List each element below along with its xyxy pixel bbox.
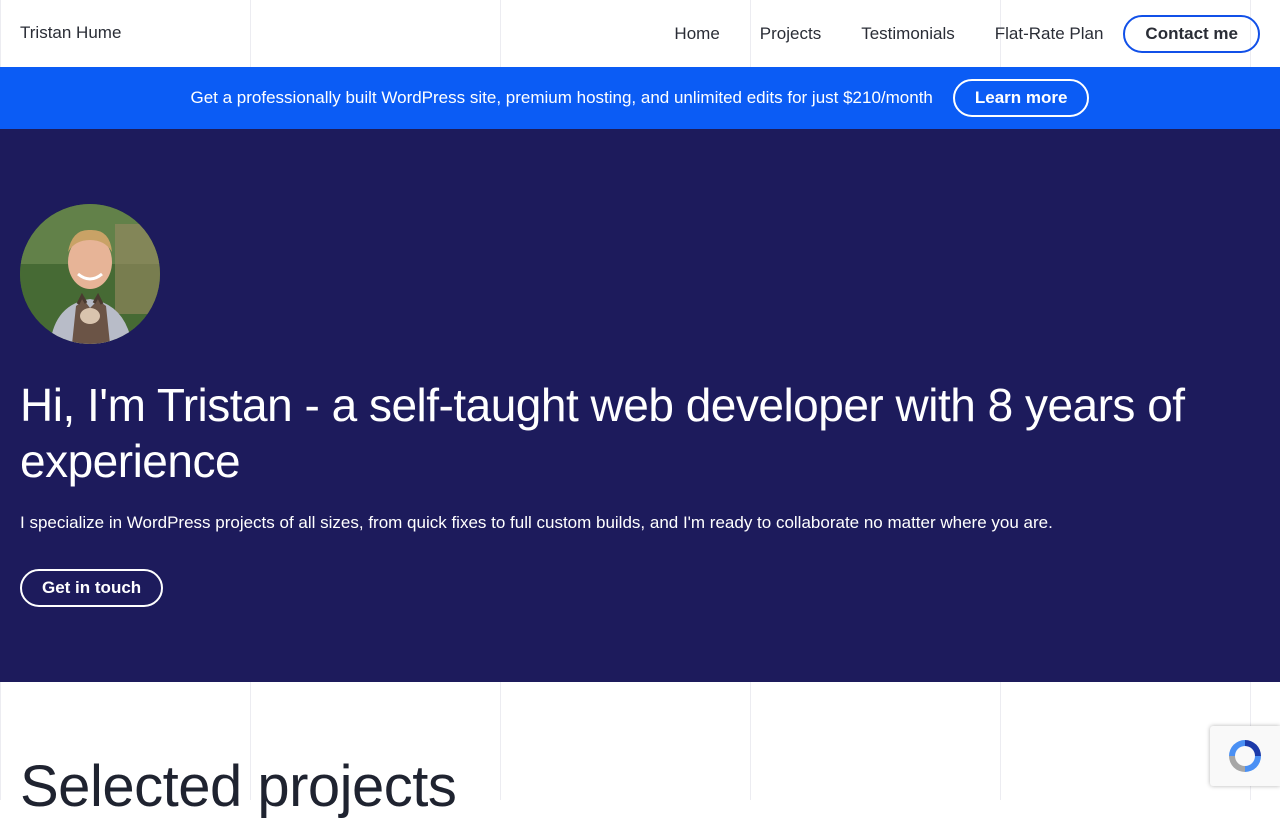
site-header: Tristan Hume Home Projects Testimonials … xyxy=(0,0,1280,67)
learn-more-button[interactable]: Learn more xyxy=(952,79,1090,117)
main-nav: Home Projects Testimonials Flat-Rate Pla… xyxy=(674,15,1260,53)
hero-title: Hi, I'm Tristan - a self-taught web deve… xyxy=(20,379,1185,487)
recaptcha-badge[interactable] xyxy=(1210,726,1280,786)
brand-link[interactable]: Tristan Hume xyxy=(20,23,121,43)
nav-flat-rate-plan[interactable]: Flat-Rate Plan xyxy=(995,24,1104,44)
nav-projects[interactable]: Projects xyxy=(760,24,821,44)
projects-heading: Selected projects xyxy=(20,754,457,819)
recaptcha-icon xyxy=(1229,740,1261,772)
contact-me-button[interactable]: Contact me xyxy=(1123,15,1260,53)
get-in-touch-button[interactable]: Get in touch xyxy=(20,569,164,607)
nav-testimonials[interactable]: Testimonials xyxy=(861,24,955,44)
promo-banner: Get a professionally built WordPress sit… xyxy=(0,67,1280,129)
promo-text: Get a professionally built WordPress sit… xyxy=(190,88,933,107)
nav-home[interactable]: Home xyxy=(674,24,719,44)
hero-section: Hi, I'm Tristan - a self-taught web deve… xyxy=(0,129,1280,682)
avatar-photo xyxy=(20,204,160,344)
hero-subtitle: I specialize in WordPress projects of al… xyxy=(20,513,1053,532)
avatar xyxy=(20,204,160,344)
